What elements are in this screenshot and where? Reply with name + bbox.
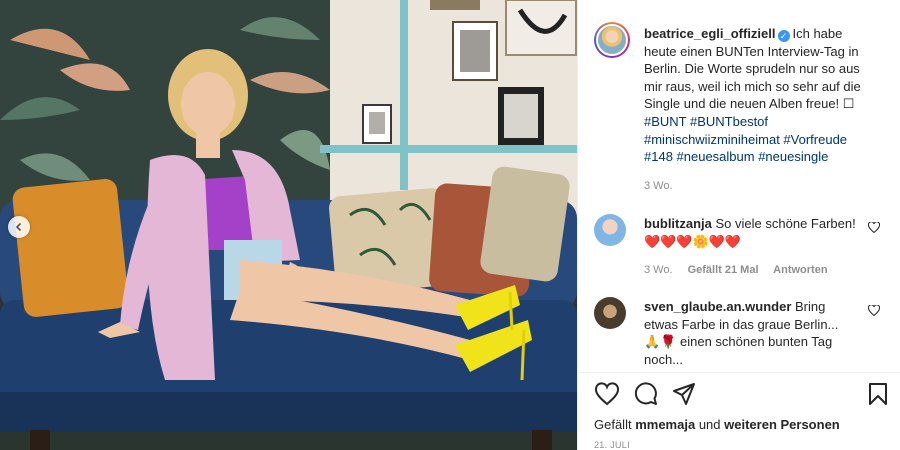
comment-text: bublitzanja So viele schöne Farben! ❤️❤️… <box>644 215 862 250</box>
bookmark-icon[interactable] <box>868 382 888 406</box>
likes-prefix: Gefällt <box>594 417 632 432</box>
commenter-username[interactable]: sven_glaube.an.wunder <box>644 299 791 314</box>
comment-likes[interactable]: Gefällt 21 Mal <box>688 264 759 276</box>
comment-icon[interactable] <box>634 382 658 406</box>
author-avatar[interactable] <box>594 22 630 58</box>
heart-icon[interactable] <box>594 382 620 406</box>
likes-summary: Gefällt mmemaja und weiteren Personen <box>594 417 840 432</box>
post-sidebar: beatrice_egli_offiziell ✓ Ich habe heute e… <box>577 0 900 450</box>
reply-button[interactable]: Antworten <box>773 264 827 276</box>
share-icon[interactable] <box>672 382 696 406</box>
post-time: 3 Wo. <box>644 180 673 192</box>
caption-text: beatrice_egli_offiziell ✓ Ich habe heute e… <box>644 25 876 166</box>
comment-text: sven_glaube.an.wunder Bring etwas Farbe … <box>644 298 862 368</box>
post-date: 21. JULI <box>594 440 630 450</box>
chevron-left-icon <box>15 222 22 232</box>
commenter-avatar[interactable] <box>594 297 626 329</box>
commenter-username[interactable]: bublitzanja <box>644 216 712 231</box>
likes-user[interactable]: mmemaja <box>635 417 695 432</box>
photo-scene <box>0 0 577 450</box>
comment-body-continued: 🙏🌹 einen schönen bunten Tag noch... <box>644 334 833 367</box>
post-actions <box>594 382 889 410</box>
comment-meta: 3 Wo. Gefällt 21 Mal Antworten <box>644 264 840 276</box>
caption-hashtags[interactable]: #BUNT #BUNTbestof #minischwiizminiheimat… <box>644 114 847 164</box>
comment-body: So viele schöne Farben! <box>715 216 856 231</box>
likes-others[interactable]: weiteren Personen <box>724 417 840 432</box>
comment-time: 3 Wo. <box>644 264 673 276</box>
author-username[interactable]: beatrice_egli_offiziell <box>644 26 776 41</box>
previous-image-button[interactable] <box>8 216 30 238</box>
likes-middle: und <box>698 417 721 432</box>
actions-divider <box>578 372 900 373</box>
comment-emojis: ❤️❤️❤️🌼❤️❤️ <box>644 233 742 249</box>
like-comment-heart-icon[interactable] <box>868 222 880 233</box>
verified-badge-icon: ✓ <box>777 30 790 42</box>
commenter-avatar[interactable] <box>594 214 626 246</box>
like-comment-heart-icon[interactable] <box>868 305 880 316</box>
post-photo[interactable] <box>0 0 577 450</box>
